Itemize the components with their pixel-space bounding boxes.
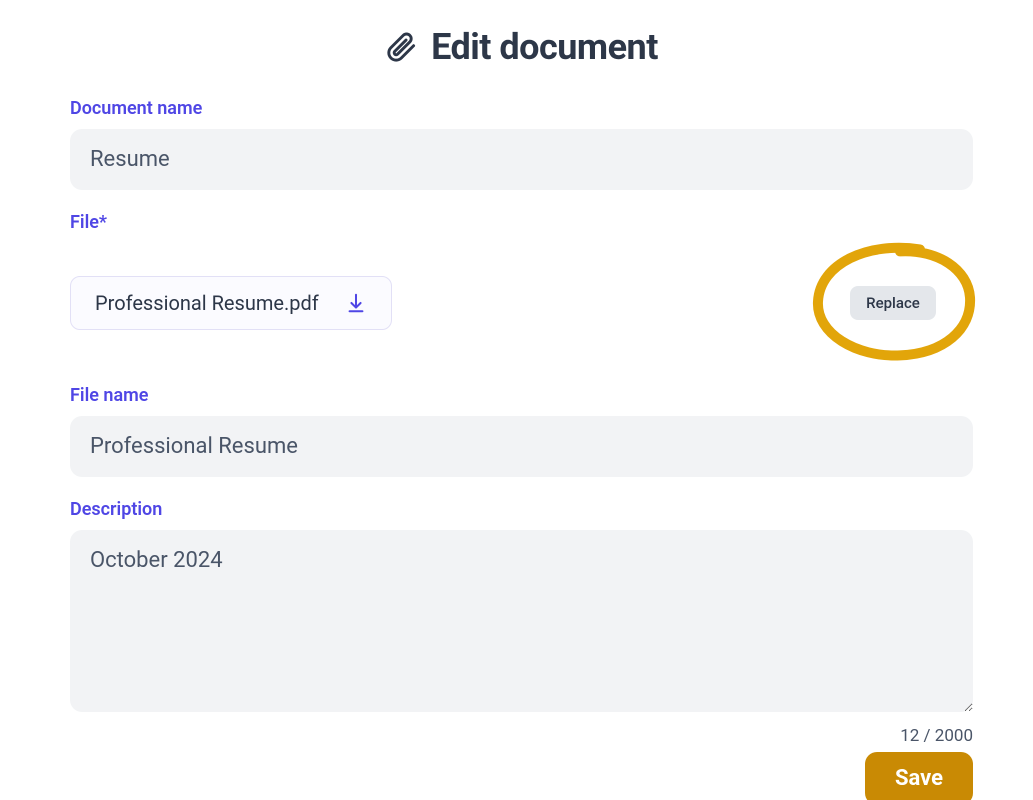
paperclip-icon [385, 31, 417, 63]
page-title-row: Edit document [70, 10, 973, 68]
replace-button[interactable]: Replace [850, 286, 936, 320]
document-name-label: Document name [70, 98, 973, 119]
download-icon [345, 292, 367, 314]
page-title: Edit document [431, 26, 658, 68]
file-chip-name: Professional Resume.pdf [95, 291, 319, 315]
field-description: Description 12 / 2000 [70, 499, 973, 746]
file-row: Professional Resume.pdf Replace [70, 243, 973, 363]
description-label: Description [70, 499, 973, 520]
save-button[interactable]: Save [865, 752, 973, 800]
replace-wrap: Replace [813, 243, 973, 363]
field-file-name: File name [70, 385, 973, 477]
file-chip[interactable]: Professional Resume.pdf [70, 276, 392, 330]
file-name-input[interactable] [70, 416, 973, 477]
field-document-name: Document name [70, 98, 973, 190]
document-name-input[interactable] [70, 129, 973, 190]
form-container: Edit document Document name File* Profes… [0, 0, 1033, 800]
page-root: Edit document Document name File* Profes… [0, 0, 1033, 800]
description-textarea[interactable] [70, 530, 973, 712]
file-name-label: File name [70, 385, 973, 406]
form-actions: Save [70, 752, 973, 800]
file-label: File* [70, 212, 973, 233]
description-char-count: 12 / 2000 [70, 726, 973, 746]
field-file: File* Professional Resume.pdf [70, 212, 973, 363]
